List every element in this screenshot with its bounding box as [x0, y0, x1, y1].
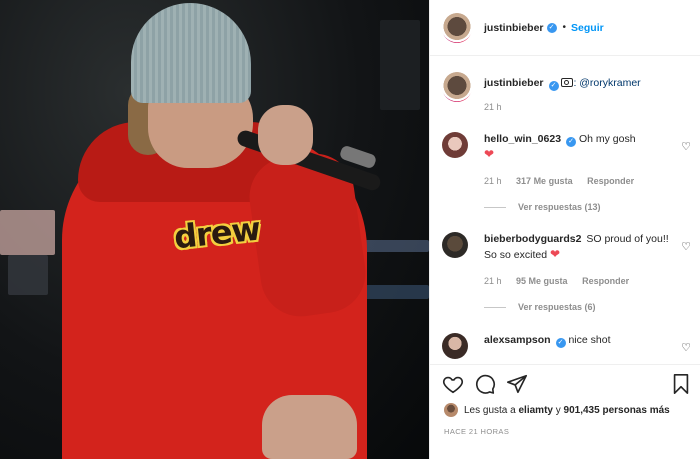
stage-light: [0, 210, 55, 255]
commenter-avatar[interactable]: [442, 232, 468, 258]
view-replies-label[interactable]: Ver respuestas (13): [518, 202, 601, 212]
heart-icon[interactable]: [442, 373, 464, 395]
post-sidebar: justinbieber ✓ • Seguir justinbieber ✓ : …: [429, 0, 700, 459]
hand-holding-mic: [258, 105, 313, 165]
comment-meta: 21 h 95 Me gusta Responder: [484, 276, 641, 286]
replies-divider: [484, 206, 506, 208]
comment-username[interactable]: hello_win_0623: [484, 133, 561, 145]
comments-list[interactable]: justinbieber ✓ : @rorykramer 21 h hello_w…: [430, 56, 700, 364]
post-header: justinbieber ✓ • Seguir: [430, 0, 700, 56]
stage-light: [8, 255, 48, 295]
author-avatar[interactable]: [442, 12, 472, 43]
liked-by-suffix: y: [555, 404, 561, 416]
verified-icon: ✓: [566, 137, 577, 147]
comment-body: hello_win_0623 ✓ Oh my gosh ❤: [484, 132, 674, 163]
instagram-post: drew justinbieber ✓ • Seguir justinbiebe…: [0, 0, 700, 459]
comment-item: alexsampson ✓ nice shot ♡: [442, 333, 692, 363]
caption-username[interactable]: justinbieber: [484, 77, 544, 89]
comment-icon[interactable]: [474, 373, 496, 395]
open-hand: [262, 395, 357, 459]
follow-button[interactable]: Seguir: [571, 22, 604, 34]
action-bar: [442, 373, 692, 397]
comment-body: alexsampson ✓ nice shot: [484, 333, 674, 348]
comment-likes[interactable]: 95 Me gusta: [516, 276, 568, 286]
caption-avatar[interactable]: [442, 72, 472, 102]
comment-time: 21 h: [484, 276, 502, 286]
liked-by-user[interactable]: eliamty: [519, 405, 553, 416]
reply-button[interactable]: Responder: [582, 276, 629, 286]
view-replies[interactable]: Ver respuestas (13): [484, 202, 601, 212]
comment-meta: 21 h 317 Me gusta Responder: [484, 176, 646, 186]
commenter-avatar[interactable]: [442, 333, 468, 359]
share-icon[interactable]: [506, 373, 528, 395]
caption: justinbieber ✓ : @rorykramer 21 h: [442, 72, 692, 117]
comment-text: nice shot: [568, 334, 611, 346]
comment-likes[interactable]: 317 Me gusta: [516, 176, 573, 186]
verified-icon: ✓: [546, 22, 557, 33]
view-replies[interactable]: Ver respuestas (6): [484, 302, 596, 312]
beanie: [131, 3, 251, 103]
caption-body: justinbieber ✓ : @rorykramer: [484, 76, 674, 91]
liker-avatar[interactable]: [444, 403, 458, 417]
post-actions: Les gusta a eliamty y 901,435 personas m…: [430, 364, 700, 459]
liked-by[interactable]: Les gusta a eliamty y 901,435 personas m…: [444, 403, 670, 417]
stage-light: [360, 285, 429, 299]
commenter-avatar[interactable]: [442, 132, 468, 158]
caption-meta: 21 h: [484, 102, 514, 112]
author-username[interactable]: justinbieber: [484, 22, 544, 34]
comment-like-icon[interactable]: ♡: [680, 341, 692, 354]
red-heart-emoji: ❤: [484, 147, 495, 161]
comment-like-icon[interactable]: ♡: [680, 240, 692, 253]
comment-like-icon[interactable]: ♡: [680, 140, 692, 153]
verified-icon: ✓: [548, 81, 559, 91]
separator-dot: •: [562, 22, 567, 33]
comment-item: bieberbodyguards2 SO proud of you!! So s…: [442, 232, 692, 317]
red-heart-emoji: ❤: [549, 247, 561, 261]
comment-username[interactable]: bieberbodyguards2: [484, 233, 581, 245]
bookmark-icon[interactable]: [670, 373, 692, 395]
comment-item: hello_win_0623 ✓ Oh my gosh ❤ ♡ 21 h 317 …: [442, 132, 692, 217]
verified-icon: ✓: [555, 338, 566, 348]
liked-by-count[interactable]: 901,435 personas más: [564, 405, 670, 416]
comment-time: 21 h: [484, 176, 502, 186]
comment-body: bieberbodyguards2 SO proud of you!! So s…: [484, 232, 674, 263]
replies-divider: [484, 306, 506, 308]
liked-by-prefix: Les gusta a: [464, 404, 516, 416]
stage-light: [380, 20, 420, 110]
caption-text[interactable]: : @rorykramer: [573, 77, 640, 89]
caption-time[interactable]: 21 h: [484, 102, 502, 112]
post-photo[interactable]: drew: [0, 0, 429, 459]
reply-button[interactable]: Responder: [587, 176, 634, 186]
comment-text: Oh my gosh: [578, 133, 636, 145]
view-replies-label[interactable]: Ver respuestas (6): [518, 302, 596, 312]
comment-username[interactable]: alexsampson: [484, 334, 551, 346]
post-timestamp[interactable]: HACE 21 HORAS: [444, 427, 509, 436]
camera-icon: [561, 78, 574, 87]
